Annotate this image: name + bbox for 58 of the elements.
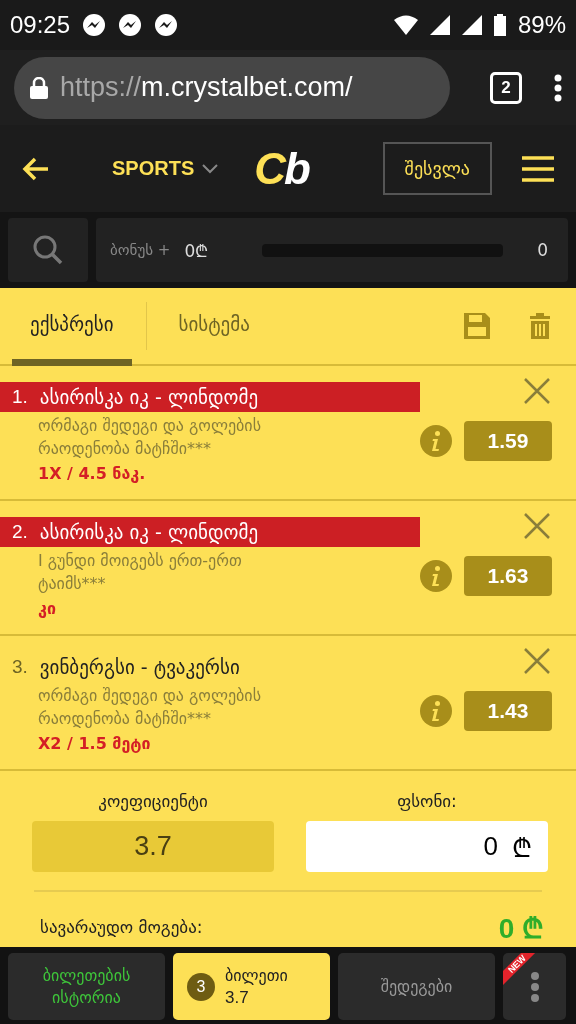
address-bar[interactable]: https://m.crystalbet.com/ [14, 56, 450, 119]
match-title: 1. ასირისკა იკ - ლინდომე [0, 382, 420, 412]
pick-text: 1X / 4.5 ნაკ. [38, 464, 147, 483]
logo[interactable]: Cb [254, 143, 309, 194]
signal-icon [461, 15, 482, 35]
delete-button[interactable] [530, 313, 550, 339]
betslip-label: ბილეთი [225, 964, 288, 987]
stake-label: ფსონი: [396, 791, 458, 811]
market-text: ორმაგი შედეგი და გოლების რაოდენობა მატჩში*** [38, 415, 262, 460]
info-icon[interactable] [420, 425, 452, 457]
messenger-icon [118, 13, 143, 37]
wifi-icon [393, 15, 418, 35]
login-button[interactable]: შესვლა [382, 142, 492, 195]
close-icon [524, 378, 550, 404]
market-text: ორმაგი შედეგი და გოლების რაოდენობა მატჩში*** [38, 685, 262, 730]
potential-win-value: 0 ₾ [498, 912, 544, 946]
url-text: https://m.crystalbet.com/ [60, 72, 353, 103]
tab[interactable]: სისტემა [160, 288, 268, 366]
more-icon [530, 971, 539, 1002]
clock: 09:25 [10, 11, 71, 39]
messenger-icon [154, 13, 179, 37]
bonus-count: 0 [537, 240, 548, 260]
sports-dropdown[interactable]: SPORTS [112, 157, 219, 180]
info-icon[interactable] [420, 560, 452, 592]
betslip-odds: 3.7 [225, 986, 249, 1009]
bonus-label: ბონუს + [110, 241, 171, 259]
results-button[interactable]: შედეგები [338, 953, 495, 1020]
match-title: 2. ასირისკა იკ - ლინდომე [0, 517, 420, 547]
potential-win-label: სავარაუდო მოგება: [40, 917, 203, 937]
total-odds: 3.7 [32, 821, 274, 872]
pick-text: კი [38, 599, 57, 618]
history-button[interactable]: ბილეთების ისტორია [8, 953, 165, 1020]
bonus-amount: 0₾ [184, 239, 209, 262]
close-icon [524, 648, 550, 674]
pick-text: X2 / 1.5 მეტი [38, 734, 152, 753]
signal-icon [429, 15, 450, 35]
trash-icon [530, 313, 550, 339]
battery-icon [493, 14, 506, 36]
count-badge: 3 [187, 972, 215, 1001]
search-button[interactable] [8, 218, 88, 282]
market-text: I გუნდი მოიგებს ერთ-ერთ ტაიმს*** [38, 550, 243, 595]
search-icon [33, 235, 63, 265]
back-icon[interactable] [22, 156, 50, 181]
menu-icon[interactable] [522, 155, 554, 182]
match-title: 3. ვინბერგსი - ტვაკერსი [11, 655, 241, 681]
betslip-button[interactable]: 3 ბილეთი 3.7 [173, 953, 330, 1020]
menu-icon[interactable] [554, 73, 562, 102]
save-button[interactable] [464, 313, 490, 339]
lock-icon [30, 76, 48, 99]
odds-label: კოეფიციენტი [97, 791, 209, 811]
battery-level: 89% [517, 11, 566, 39]
chevron-icon [202, 163, 219, 174]
info-icon[interactable] [420, 695, 452, 727]
close-icon [524, 513, 550, 539]
tab[interactable]: ექსპრესი [12, 288, 132, 366]
messenger-icon [82, 13, 107, 37]
stake-field[interactable]: 0 ₾ [306, 821, 548, 872]
tab-count-button[interactable]: 2 [490, 71, 522, 104]
